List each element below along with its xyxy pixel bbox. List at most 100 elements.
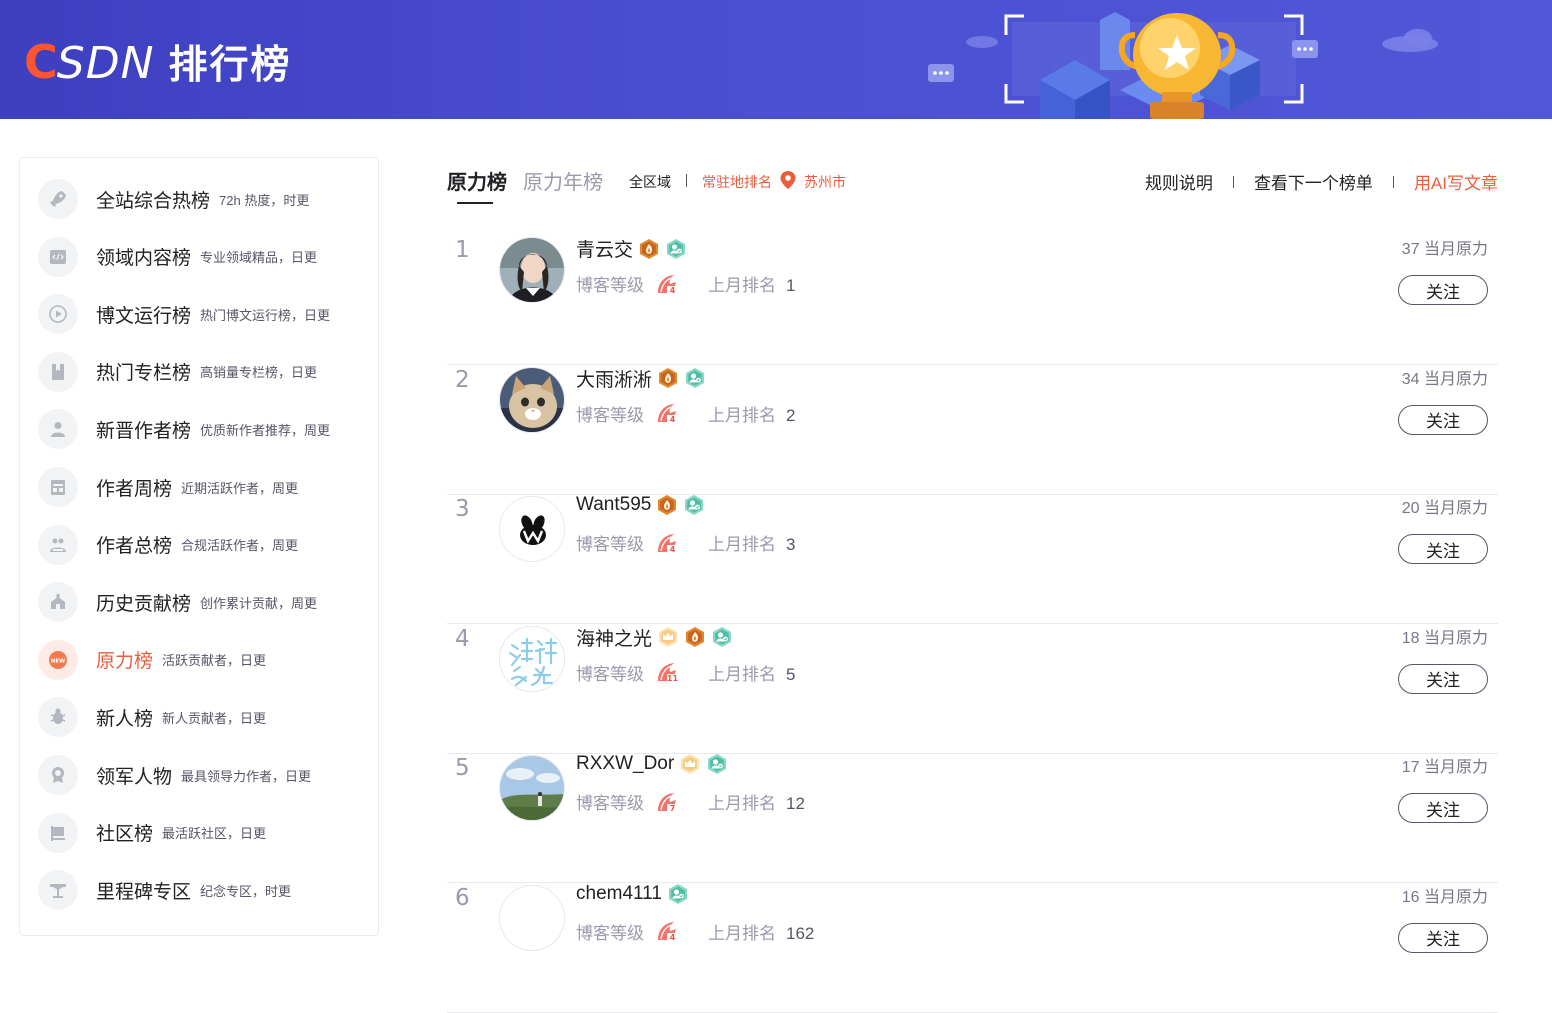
vip-badge-icon xyxy=(708,754,727,774)
blog-level-label: 博客等级 xyxy=(576,535,644,554)
next-list-link[interactable]: 查看下一个榜单 xyxy=(1254,169,1373,194)
book-icon xyxy=(38,351,78,392)
blog-level-icon: 4 xyxy=(658,274,678,295)
last-rank-value: 5 xyxy=(786,664,796,684)
tab-underline xyxy=(457,202,493,204)
last-month-rank: 上月排名 2 xyxy=(708,401,795,426)
sidebar-item-desc: 近期活跃作者，周更 xyxy=(181,480,299,496)
last-month-rank: 上月排名 162 xyxy=(708,919,814,944)
follow-button[interactable]: 关注 xyxy=(1398,663,1488,694)
resident-rank-filter[interactable]: 常驻地排名 xyxy=(702,172,772,192)
sidebar-item-8[interactable]: 历史贡献榜 创作累计贡献，周更 xyxy=(38,582,368,623)
svg-text:4: 4 xyxy=(670,933,676,942)
sidebar-item-11[interactable]: 领军人物 最具领导力作者，日更 xyxy=(38,755,368,795)
svg-text:4: 4 xyxy=(670,286,676,295)
user-name-line: 大雨淅淅 xyxy=(576,365,706,392)
sidebar-item-label: 社区榜 xyxy=(96,824,154,846)
table-row: 2 大雨淅淅 博客等级 4 上月排名 2 34 当月原力 关注 xyxy=(447,365,1498,495)
last-rank-label: 上月排名 xyxy=(708,405,776,425)
table-row: 3 Want595 博客等级 4 上月排名 3 20 当月原力 关注 xyxy=(447,494,1498,624)
tab-force-year-rank[interactable]: 原力年榜 xyxy=(523,166,603,195)
vip-badge-icon xyxy=(667,238,686,259)
last-rank-label: 上月排名 xyxy=(708,664,776,684)
top-links: 规则说明 查看下一个榜单 用AI写文章 xyxy=(1145,169,1498,194)
sidebar-item-desc: 活跃贡献者，日更 xyxy=(162,653,267,669)
follow-button[interactable]: 关注 xyxy=(1398,275,1488,305)
blog-level-icon: 4 xyxy=(658,533,678,554)
user-name-line: Want595 xyxy=(576,494,705,516)
last-rank-value: 2 xyxy=(786,405,796,425)
avatar[interactable] xyxy=(499,366,565,433)
sidebar-item-label: 里程碑专区 xyxy=(96,881,192,903)
blog-level-icon: 4 xyxy=(658,922,678,942)
table-row: 5 RXXW_Dor 博客等级 7 上月排名 12 17 当月原力 关注 xyxy=(447,753,1498,883)
sidebar-item-label: 历史贡献榜 xyxy=(96,593,192,615)
table-row: 6 chem4111 博客等级 4 上月排名 162 16 当月原力 关注 xyxy=(447,883,1498,1013)
sidebar-item-1[interactable]: 全站综合热榜 72h 热度，时更 xyxy=(38,179,368,219)
rank-number: 1 xyxy=(455,237,470,263)
region-all[interactable]: 全区域 xyxy=(629,172,671,192)
avatar[interactable] xyxy=(499,237,565,303)
sidebar-item-4[interactable]: 热门专栏榜 高销量专栏榜，日更 xyxy=(38,351,368,392)
user-name[interactable]: 青云交 xyxy=(576,235,633,262)
rules-link[interactable]: 规则说明 xyxy=(1145,169,1213,194)
last-rank-value: 162 xyxy=(786,923,815,943)
user-meta: 博客等级 11 上月排名 5 xyxy=(576,660,795,685)
user-name[interactable]: chem4111 xyxy=(576,883,662,905)
sidebar-item-3[interactable]: 博文运行榜 热门博文运行榜，日更 xyxy=(38,294,368,335)
sidebar-item-desc: 72h 热度，时更 xyxy=(219,192,310,208)
logo-sdn: SDN xyxy=(56,38,155,89)
avatar[interactable] xyxy=(499,755,565,821)
sidebar-item-9[interactable]: NEW 原力榜 活跃贡献者，日更 xyxy=(38,639,368,680)
sidebar-item-desc: 专业领域精品，日更 xyxy=(200,250,318,266)
divider xyxy=(1232,175,1234,188)
blog-level-label: 博客等级 xyxy=(576,405,644,425)
svg-text:7: 7 xyxy=(670,804,676,813)
user-name-line: 青云交 xyxy=(576,235,687,262)
play-icon xyxy=(38,294,78,335)
sidebar-item-2[interactable]: 领域内容榜 专业领域精品，日更 xyxy=(38,236,368,277)
sidebar-item-7[interactable]: 作者总榜 合规活跃作者，周更 xyxy=(38,524,368,565)
blog-level-label: 博客等级 xyxy=(576,276,644,295)
sidebar-item-10[interactable]: 新人榜 新人贡献者，日更 xyxy=(38,697,368,738)
avatar[interactable] xyxy=(499,625,565,692)
rank-number: 5 xyxy=(455,755,470,781)
follow-button[interactable]: 关注 xyxy=(1398,922,1488,953)
sidebar-item-6[interactable]: 作者周榜 近期活跃作者，周更 xyxy=(38,467,368,507)
flame-badge-icon xyxy=(686,627,705,647)
user-name[interactable]: Want595 xyxy=(576,494,651,516)
follow-button[interactable]: 关注 xyxy=(1398,534,1488,564)
page-title: 排行榜 xyxy=(168,43,292,88)
last-rank-value: 12 xyxy=(786,794,805,813)
monthly-force: 20 当月原力 xyxy=(1401,500,1488,517)
ai-write-link[interactable]: 用AI写文章 xyxy=(1414,169,1498,194)
last-rank-label: 上月排名 xyxy=(708,535,776,554)
milestone-icon xyxy=(38,870,78,911)
user-name[interactable]: RXXW_Dor xyxy=(576,753,674,775)
tab-force-rank[interactable]: 原力榜 xyxy=(447,166,507,195)
sidebar-item-desc: 热门博文运行榜，日更 xyxy=(200,307,331,323)
calendar-icon xyxy=(38,467,78,507)
follow-button[interactable]: 关注 xyxy=(1398,793,1488,823)
follow-button[interactable]: 关注 xyxy=(1398,404,1488,435)
avatar[interactable] xyxy=(499,496,565,562)
filter-bar: 原力榜 原力年榜 全区域 常驻地排名 苏州市 规则说明 查看下一个榜单 用AI写… xyxy=(447,166,1498,206)
header-banner: C SDN 排行榜 xyxy=(0,0,1552,119)
blog-level-icon: 4 xyxy=(658,404,678,424)
sidebar-item-label: 新人榜 xyxy=(96,708,154,730)
city-selector[interactable]: 苏州市 xyxy=(804,172,846,192)
code-icon xyxy=(38,236,78,277)
csdn-logo[interactable]: C SDN 排行榜 xyxy=(24,34,292,90)
avatar[interactable] xyxy=(499,884,565,951)
sidebar-item-desc: 最具领导力作者，日更 xyxy=(181,768,312,784)
sidebar-item-13[interactable]: 里程碑专区 纪念专区，时更 xyxy=(38,870,368,911)
vip-badge-icon xyxy=(686,368,705,388)
sidebar-item-desc: 合规活跃作者，周更 xyxy=(181,538,299,554)
sidebar-item-12[interactable]: 社区榜 最活跃社区，日更 xyxy=(38,812,368,853)
last-month-rank: 上月排名 3 xyxy=(708,530,795,555)
user-name[interactable]: 大雨淅淅 xyxy=(576,365,652,392)
sidebar-item-5[interactable]: 新晋作者榜 优质新作者推荐，周更 xyxy=(38,409,368,450)
svg-text:NEW: NEW xyxy=(51,658,65,664)
user-name[interactable]: 海神之光 xyxy=(576,624,652,651)
sidebar-item-desc: 最活跃社区，日更 xyxy=(162,826,267,842)
